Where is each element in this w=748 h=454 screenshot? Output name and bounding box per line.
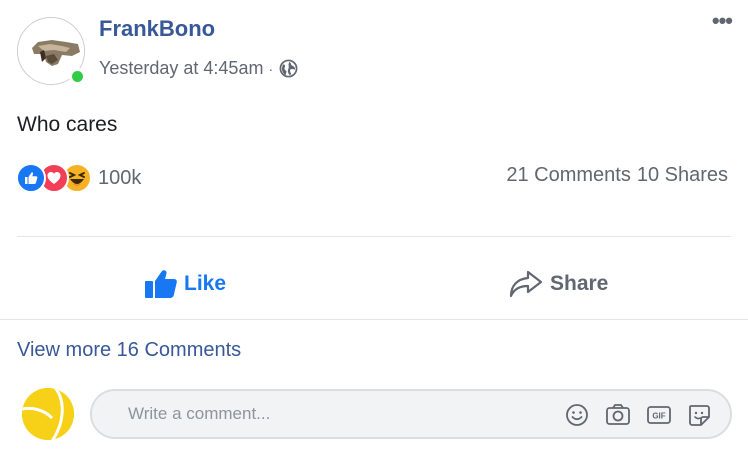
author-name[interactable]: FrankBono: [99, 16, 215, 42]
divider: [17, 236, 731, 237]
divider: [0, 319, 748, 320]
like-button[interactable]: Like: [144, 262, 226, 306]
emoji-icon[interactable]: [565, 403, 589, 427]
view-more-comments-link[interactable]: View more 16 Comments: [17, 339, 241, 362]
comment-input[interactable]: [128, 404, 548, 424]
comment-composer: GIF: [90, 389, 732, 439]
author-avatar[interactable]: [17, 17, 86, 85]
more-options-icon[interactable]: •••: [712, 8, 733, 34]
meta-separator: ·: [268, 60, 274, 77]
post-body-text: Who cares: [17, 113, 118, 136]
reaction-count: 100k: [98, 166, 142, 189]
post-meta: Yesterday at 4:45am ·: [99, 58, 298, 79]
post-timestamp[interactable]: Yesterday at 4:45am: [99, 58, 263, 79]
camera-icon[interactable]: [605, 403, 631, 427]
facebook-post: FrankBono Yesterday at 4:45am · ••• Who …: [0, 0, 748, 454]
thumbs-up-icon: [145, 270, 177, 298]
globe-icon[interactable]: [279, 59, 298, 78]
current-user-avatar[interactable]: [22, 388, 74, 440]
reactions-summary[interactable]: 100k: [16, 161, 141, 195]
svg-text:GIF: GIF: [652, 412, 665, 421]
share-button[interactable]: Share: [508, 262, 608, 306]
engagement-stats: 21 Comments 10 Shares: [506, 164, 728, 187]
online-status-dot: [69, 68, 86, 85]
like-button-label: Like: [184, 272, 227, 295]
share-arrow-icon: [509, 270, 543, 298]
comments-count-link[interactable]: 21 Comments: [506, 164, 631, 187]
gif-icon[interactable]: GIF: [646, 403, 672, 427]
sticker-icon[interactable]: [687, 403, 711, 427]
shares-count-link[interactable]: 10 Shares: [637, 164, 728, 187]
like-reaction-icon: [16, 163, 46, 193]
share-button-label: Share: [550, 272, 609, 295]
